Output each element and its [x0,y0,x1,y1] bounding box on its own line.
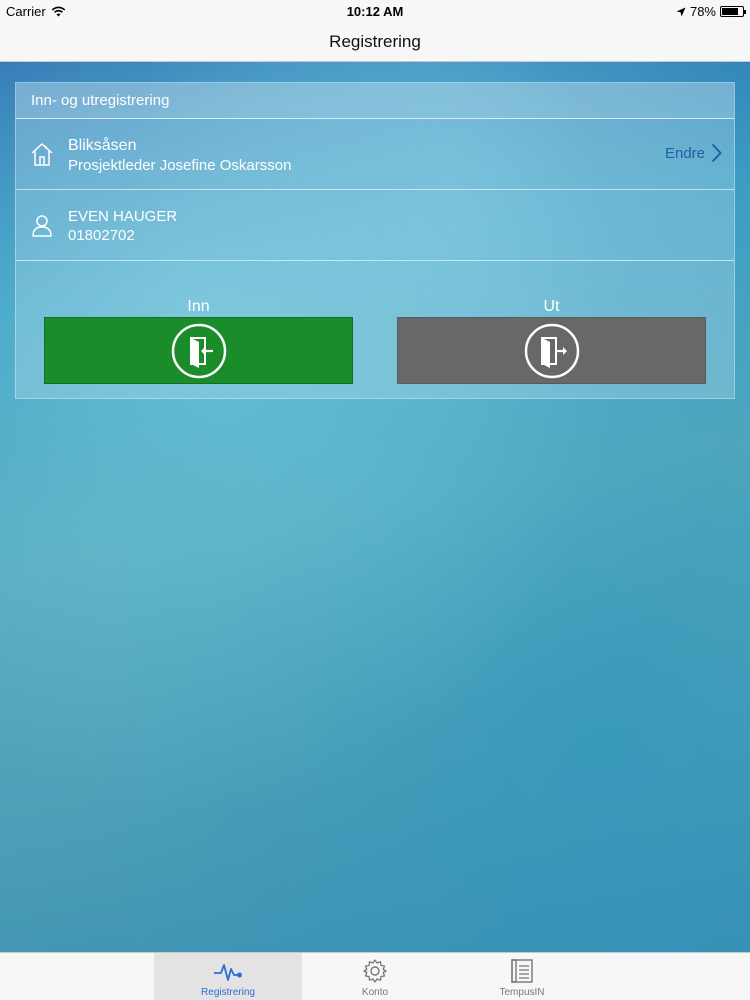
battery-icon [720,6,746,17]
tab-registrering[interactable]: Registrering [154,953,302,1000]
location-name: Bliksåsen [68,137,137,154]
check-in-label: Inn [187,298,210,315]
tab-registrering-icon-wrap [213,957,243,985]
change-location-button[interactable]: Endre [665,143,722,163]
location-row[interactable]: Bliksåsen Prosjektleder Josefine Oskarss… [16,119,734,190]
status-bar: Carrier 10:12 AM 78% [0,0,750,22]
check-out-button[interactable] [397,317,706,384]
chevron-right-icon [711,143,722,163]
door-exit-icon [524,323,579,378]
location-text: Bliksåsen Prosjektleder Josefine Oskarss… [68,136,291,175]
status-right: 78% [676,4,746,19]
check-in-button[interactable] [44,317,353,384]
change-location-label: Endre [664,144,705,162]
door-enter-icon [171,323,226,378]
card-header: Inn- og utregistrering [16,83,734,119]
location-arrow-icon [676,7,686,16]
tab-konto[interactable]: Konto [301,953,449,1000]
page-title: Registrering [329,32,421,51]
activity-icon [214,964,242,981]
tab-konto-icon-wrap [362,957,388,985]
tab-bar: Registrering Konto TempusIN [0,952,750,1000]
status-time: 10:12 AM [346,4,404,19]
check-out-label: Ut [543,298,560,315]
battery-percent: 78% [689,4,716,19]
tab-tempusin-label: TempusIN [499,987,545,998]
tab-tempusin-icon-wrap [510,957,534,985]
tab-tempusin[interactable]: TempusIN [448,953,596,1000]
person-row: EVEN HAUGER 01802702 [16,190,734,261]
registration-card: Inn- og utregistrering Bliksåsen Prosjek… [15,82,735,399]
tab-konto-label: Konto [361,987,389,998]
battery-fill [722,8,738,15]
location-subtitle: Prosjektleder Josefine Oskarsson [68,157,292,174]
person-name: EVEN HAUGER [68,208,178,225]
document-icon [511,959,533,983]
user-icon [32,215,52,237]
person-id: 01802702 [68,227,135,244]
gear-icon [363,959,387,983]
person-text: EVEN HAUGER 01802702 [68,207,177,245]
tab-registrering-label: Registrering [201,987,255,998]
home-icon [31,143,53,166]
navigation-bar: Registrering [0,22,750,62]
